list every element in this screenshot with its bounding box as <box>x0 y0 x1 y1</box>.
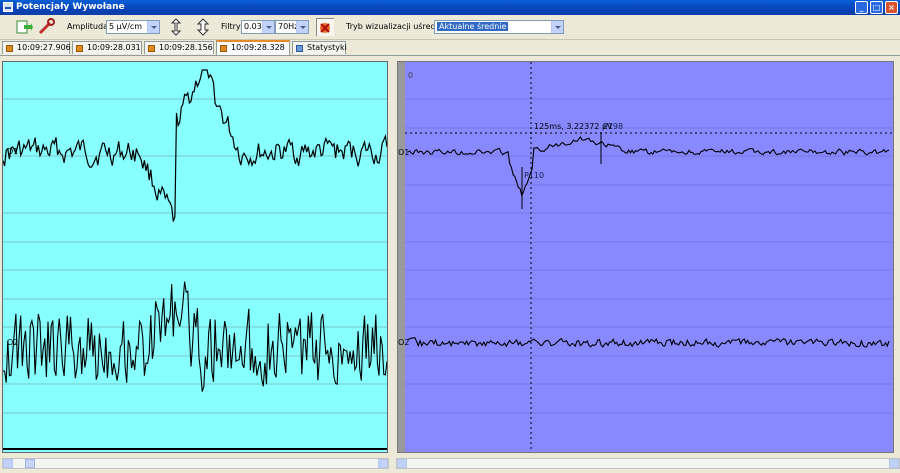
amplitude-value: 5 µV/cm <box>109 22 143 31</box>
filter-low-select[interactable]: 0.03s <box>241 20 275 34</box>
tab-label: 10:09:28.156 <box>159 43 213 52</box>
toolbar: Amplituda: 5 µV/cm Filtry: 0.03s 70Hz Tr… <box>0 15 900 40</box>
o2-trace <box>3 281 387 392</box>
orange-square-icon <box>76 45 83 52</box>
tab-average-1[interactable]: 10:09:27.906 <box>2 41 71 54</box>
tab-label: 10:09:28.031 <box>87 43 141 52</box>
tab-label: 10:09:28.328 <box>231 43 285 52</box>
minimize-button[interactable]: _ <box>855 1 868 14</box>
app-icon <box>3 2 13 12</box>
title-bar: Potencjały Wywołane _ □ × <box>0 0 900 15</box>
orange-square-icon <box>148 45 155 52</box>
orange-square-icon <box>6 45 13 52</box>
averaging-mode-value: Aktualne średnie <box>437 22 509 31</box>
filters-label: Filtry: <box>221 22 243 31</box>
scale-vertical-icon[interactable] <box>169 18 187 36</box>
chevron-down-icon[interactable] <box>296 21 308 33</box>
window-title: Potencjały Wywołane <box>16 2 125 12</box>
o1-trace <box>3 69 387 222</box>
chevron-down-icon[interactable] <box>551 21 563 33</box>
chevron-down-icon[interactable] <box>262 21 274 33</box>
left-signal-plot[interactable]: O1 O2 <box>2 61 388 453</box>
chevron-down-icon[interactable] <box>147 21 159 33</box>
left-margin <box>398 62 405 452</box>
right-average-plot[interactable]: 0 O1 O2 P110 P198 125ms, 3.22372 µV <box>397 61 894 453</box>
scroll-left-button[interactable] <box>397 459 407 468</box>
tab-strip: 10:09:27.906 10:09:28.031 10:09:28.156 1… <box>0 40 900 56</box>
tab-statistics[interactable]: Statystyki <box>292 41 347 54</box>
export-icon[interactable] <box>15 18 33 36</box>
amplitude-select[interactable]: 5 µV/cm <box>106 20 160 34</box>
right-average-canvas[interactable]: 0O1O2P110P198125ms, 3.22372 µV <box>398 62 893 452</box>
tab-average-3[interactable]: 10:09:28.156 <box>144 41 214 54</box>
corner-label: 0 <box>408 71 413 80</box>
averaging-mode-select[interactable]: Aktualne średnie <box>434 20 564 34</box>
reset-filters-icon[interactable] <box>316 18 334 36</box>
filter-high-select[interactable]: 70Hz <box>275 20 309 34</box>
orange-square-icon <box>220 45 227 52</box>
right-horizontal-scrollbar[interactable] <box>396 458 900 469</box>
close-button[interactable]: × <box>885 1 898 14</box>
cursor-readout: 125ms, 3.22372 µV <box>534 122 613 131</box>
tab-average-4[interactable]: 10:09:28.328 <box>216 40 290 55</box>
settings-tools-icon[interactable] <box>37 18 55 36</box>
tab-average-2[interactable]: 10:09:28.031 <box>72 41 142 54</box>
main-area: O1 O2 0 O1 O2 P110 P198 125ms, 3.22372 µV <box>0 56 900 473</box>
pane-splitter[interactable] <box>390 61 395 471</box>
channel-label-o2: O2 <box>398 338 409 347</box>
scroll-right-button[interactable] <box>378 459 388 468</box>
expand-vertical-icon[interactable] <box>196 18 214 36</box>
maximize-button[interactable]: □ <box>870 1 883 14</box>
scroll-thumb[interactable] <box>25 459 35 468</box>
p110-label: P110 <box>524 171 544 180</box>
plot-background <box>405 62 893 452</box>
scroll-left-button[interactable] <box>3 459 13 468</box>
statistics-icon <box>296 45 303 52</box>
scroll-right-button[interactable] <box>889 459 899 468</box>
amplitude-label: Amplituda: <box>67 22 111 31</box>
tab-label: 10:09:27.906 <box>17 43 71 52</box>
left-horizontal-scrollbar[interactable] <box>2 458 389 469</box>
tab-label: Statystyki <box>307 43 347 52</box>
left-signal-canvas[interactable]: O1O2 <box>3 62 387 452</box>
channel-label-o1: O1 <box>398 148 409 157</box>
